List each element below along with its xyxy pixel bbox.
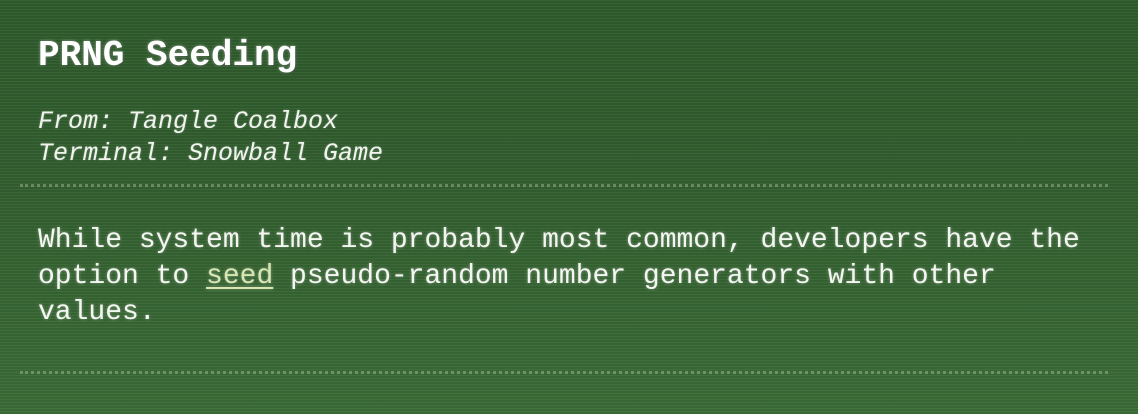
hint-meta: From: Tangle Coalbox Terminal: Snowball … (38, 106, 1100, 170)
hint-terminal: Terminal: Snowball Game (38, 139, 384, 168)
hint-from: From: Tangle Coalbox (38, 107, 339, 136)
hint-terminal-panel: PRNG Seeding From: Tangle Coalbox Termin… (0, 0, 1138, 414)
hint-title: PRNG Seeding (38, 35, 298, 76)
seed-link[interactable]: seed (206, 261, 273, 292)
hint-header: PRNG Seeding From: Tangle Coalbox Termin… (0, 0, 1138, 170)
hint-message: While system time is probably most commo… (0, 187, 1136, 331)
divider-bottom (20, 371, 1108, 374)
